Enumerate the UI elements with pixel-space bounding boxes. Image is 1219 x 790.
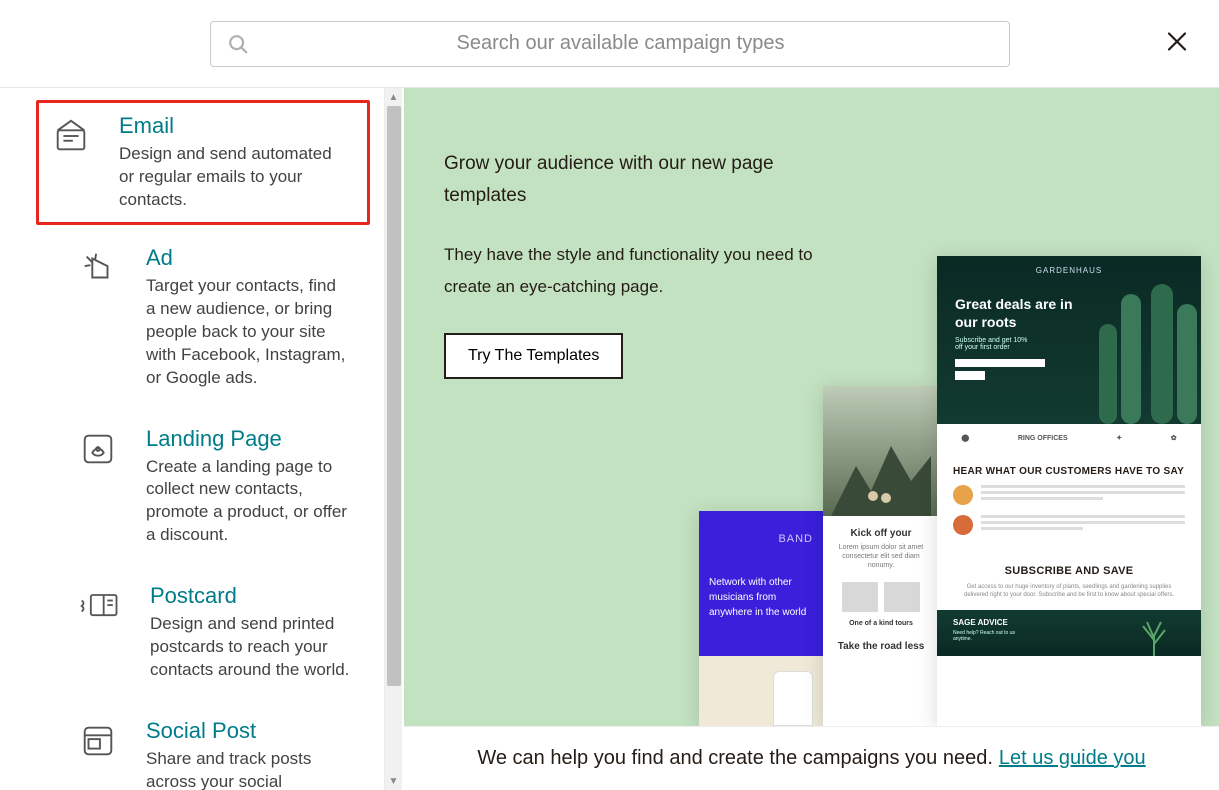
preview2-caption: One of a kind tours	[823, 620, 939, 627]
campaign-item-social-post[interactable]: Social Post Share and track posts across…	[36, 702, 370, 790]
search-input[interactable]	[249, 32, 993, 55]
let-us-guide-you-link[interactable]: Let us guide you	[999, 747, 1146, 770]
campaign-desc: Design and send automated or regular ema…	[119, 143, 349, 212]
campaign-title: Email	[119, 113, 349, 139]
campaign-desc: Share and track posts across your social…	[146, 748, 350, 790]
close-icon	[1165, 29, 1189, 53]
preview3-brand: BAND	[709, 533, 813, 545]
hero-banner: Grow your audience with our new page tem…	[404, 88, 1219, 726]
template-preview-3: BAND Network with other musicians from a…	[699, 511, 823, 726]
close-button[interactable]	[1165, 29, 1189, 58]
campaign-title: Social Post	[146, 718, 350, 744]
email-icon	[51, 113, 91, 212]
campaign-title: Postcard	[150, 583, 350, 609]
preview3-text: Network with other musicians from anywhe…	[709, 575, 813, 620]
template-preview-1: GARDENHAUS Great deals are in our roots …	[937, 256, 1201, 726]
search-icon	[227, 33, 249, 55]
preview2-heading2: Take the road less	[829, 641, 933, 652]
hero-title: Grow your audience with our new page tem…	[444, 148, 814, 213]
scrollbar-down-icon[interactable]: ▼	[385, 772, 402, 790]
preview1-sage: SAGE ADVICE	[953, 618, 1008, 627]
ad-icon	[78, 245, 118, 390]
preview1-subscribe: SUBSCRIBE AND SAVE	[937, 565, 1201, 577]
footer-text: We can help you find and create the camp…	[477, 747, 993, 770]
landing-page-icon	[78, 426, 118, 548]
campaign-item-ad[interactable]: Ad Target your contacts, find a new audi…	[36, 229, 370, 406]
campaign-title: Ad	[146, 245, 350, 271]
campaign-item-postcard[interactable]: Postcard Design and send printed postcar…	[36, 567, 370, 698]
footer-help: We can help you find and create the camp…	[404, 726, 1219, 790]
template-preview-2: Kick off your Lorem ipsum dolor sit amet…	[823, 386, 939, 726]
sidebar-scrollbar[interactable]: ▲ ▼	[384, 88, 402, 790]
search-field[interactable]	[210, 21, 1010, 67]
preview1-headline: Great deals are in our roots	[955, 296, 1085, 331]
try-templates-button[interactable]: Try The Templates	[444, 333, 623, 379]
preview2-heading: Kick off your	[829, 528, 933, 539]
campaign-item-email[interactable]: Email Design and send automated or regul…	[36, 100, 370, 225]
postcard-icon	[78, 583, 122, 682]
scrollbar-thumb[interactable]	[387, 106, 401, 686]
campaign-desc: Design and send printed postcards to rea…	[150, 613, 350, 682]
campaign-type-list: Email Design and send automated or regul…	[0, 88, 384, 790]
template-previews: BAND Network with other musicians from a…	[699, 256, 1219, 726]
preview1-hear: HEAR WHAT OUR CUSTOMERS HAVE TO SAY	[953, 466, 1185, 477]
social-post-icon	[78, 718, 118, 790]
campaign-desc: Target your contacts, find a new audienc…	[146, 275, 350, 390]
campaign-title: Landing Page	[146, 426, 350, 452]
preview1-sub: Subscribe and get 10% off your first ord…	[955, 337, 1035, 351]
scrollbar-up-icon[interactable]: ▲	[385, 88, 402, 106]
campaign-item-landing-page[interactable]: Landing Page Create a landing page to co…	[36, 410, 370, 564]
campaign-desc: Create a landing page to collect new con…	[146, 456, 350, 548]
